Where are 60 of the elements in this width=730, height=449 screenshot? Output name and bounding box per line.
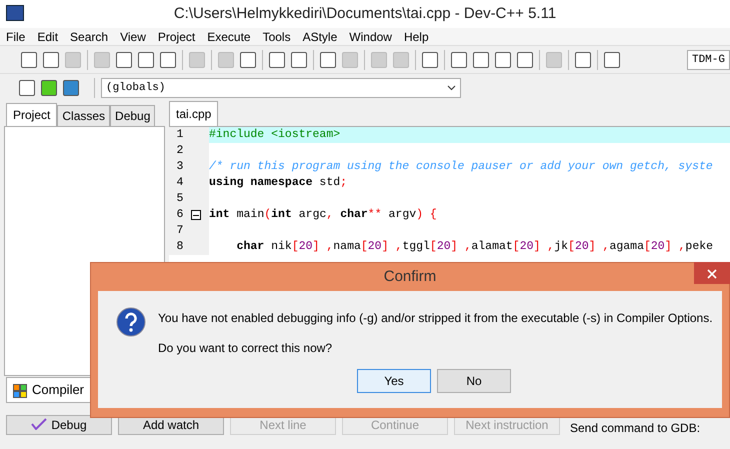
line-number: 6 <box>176 207 184 223</box>
dialog-button[interactable]: No <box>437 369 511 393</box>
toolbar-icon[interactable] <box>422 52 438 68</box>
toolbar-icon[interactable] <box>517 52 533 68</box>
toolbar-icon[interactable] <box>451 52 467 68</box>
toolbar-icon[interactable] <box>291 52 307 68</box>
caret-icon <box>447 85 456 91</box>
toolbar-icon[interactable] <box>116 52 132 68</box>
gdb-command-label: Send command to GDB: <box>570 420 700 436</box>
line-number: 5 <box>176 191 184 207</box>
checkmark-icon <box>31 418 48 430</box>
close-button[interactable] <box>694 262 730 284</box>
file-tab[interactable]: tai.cpp <box>169 101 218 126</box>
question-icon <box>116 307 146 337</box>
panel-tab[interactable]: Project <box>6 103 58 126</box>
line-number: 3 <box>176 159 184 175</box>
app-icon <box>6 5 24 21</box>
line-number: 2 <box>176 143 184 159</box>
toolbar-icon[interactable] <box>21 52 37 68</box>
toolbar-icon[interactable] <box>240 52 256 68</box>
dialog-question: Do you want to correct this now? <box>158 340 334 357</box>
code-line: /* run this program using the console pauser or add your own getch, syste <box>209 160 713 173</box>
compiler-tab[interactable]: Compiler <box>6 377 92 402</box>
menu-item[interactable]: Tools <box>256 28 297 45</box>
menu-item[interactable]: Edit <box>31 28 64 45</box>
line-number: 4 <box>176 175 184 191</box>
menu-item[interactable]: AStyle <box>296 28 344 45</box>
toolbar-icon[interactable] <box>320 52 336 68</box>
toolbar-icon[interactable] <box>495 52 511 68</box>
code-line: char nik[20] ,nama[20] ,tggl[20] ,alamat[20] ,jk[20] ,agama[20] ,peke <box>236 240 714 253</box>
menu-item[interactable]: Window <box>343 28 398 45</box>
line-number: 7 <box>176 223 184 239</box>
menu-item[interactable]: File <box>0 28 32 45</box>
menu-item[interactable]: Help <box>398 28 435 45</box>
menu-item[interactable]: View <box>114 28 152 45</box>
panel-tab[interactable]: Classes <box>57 105 110 126</box>
panel-tab[interactable]: Debug <box>110 105 156 126</box>
toolbar-icon[interactable] <box>473 52 489 68</box>
code-line: int main(int argc, char** argv) { <box>209 208 437 221</box>
debug-action-button[interactable]: Debug <box>6 414 112 434</box>
code-line: using namespace std; <box>209 176 348 189</box>
line-number: 1 <box>176 127 184 143</box>
dialog-title: Confirm <box>384 268 436 285</box>
toolbar-icon[interactable] <box>604 52 620 68</box>
toolbar-icon[interactable] <box>269 52 285 68</box>
close-icon <box>707 268 717 279</box>
toolbar-icon[interactable] <box>43 52 59 68</box>
scope-dropdown[interactable]: (globals) <box>101 78 461 98</box>
toolbar-icon[interactable] <box>160 52 176 68</box>
menu-item[interactable]: Search <box>64 28 114 45</box>
menu-item[interactable]: Project <box>152 28 202 45</box>
toolbar-icon[interactable] <box>575 52 591 68</box>
window-title: C:\Users\Helmykkediri\Documents\tai.cpp - Dev-C++ 5.11 <box>174 5 556 22</box>
toolbar-icon[interactable] <box>138 52 154 68</box>
fold-icon[interactable] <box>191 210 201 220</box>
compiler-dropdown[interactable]: TDM-G <box>686 50 730 70</box>
line-number: 8 <box>176 239 184 255</box>
menu-item[interactable]: Execute <box>201 28 257 45</box>
dialog-button[interactable]: Yes <box>357 369 431 393</box>
dialog-message: You have not enabled debugging info (-g) and/or stripped it from the executable (-s) in Compiler Options. <box>158 310 713 327</box>
